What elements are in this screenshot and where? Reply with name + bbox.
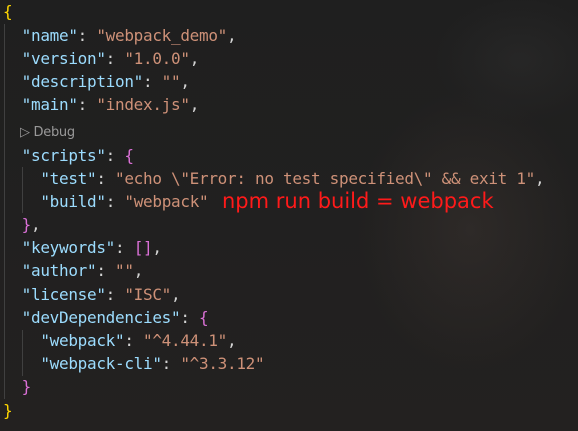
json-punctuation: , bbox=[133, 261, 144, 280]
json-key: "webpack" bbox=[40, 331, 125, 350]
json-punctuation: , bbox=[31, 215, 41, 234]
json-punctuation: { bbox=[199, 308, 209, 327]
json-punctuation: , bbox=[189, 49, 200, 68]
json-punctuation: : bbox=[96, 169, 116, 188]
json-string: "ISC" bbox=[124, 285, 172, 304]
json-string: "^4.44.1" bbox=[143, 331, 228, 350]
json-punctuation: : bbox=[143, 72, 162, 91]
code-line: "build": "webpack" bbox=[3, 190, 208, 213]
json-string: "^3.3.12" bbox=[180, 354, 265, 373]
code-line: "devDependencies": { bbox=[3, 306, 209, 329]
json-punctuation bbox=[3, 95, 22, 114]
json-string: "index.js" bbox=[96, 95, 190, 114]
json-key: "author" bbox=[21, 261, 97, 280]
debug-label[interactable]: Debug bbox=[34, 125, 76, 140]
json-punctuation bbox=[3, 215, 22, 234]
json-string: "" bbox=[115, 261, 134, 280]
json-key: "devDependencies" bbox=[21, 308, 181, 327]
json-punctuation: : bbox=[105, 146, 125, 165]
json-key: "scripts" bbox=[21, 146, 106, 165]
code-line: "webpack": "^4.44.1", bbox=[3, 329, 236, 352]
code-line: "description": "", bbox=[3, 70, 190, 93]
json-punctuation bbox=[3, 261, 22, 280]
code-line: "scripts": { bbox=[3, 144, 134, 167]
json-punctuation: } bbox=[21, 377, 32, 396]
code-line: "name": "webpack_demo", bbox=[3, 24, 237, 47]
json-key: "keywords" bbox=[21, 238, 116, 257]
codelens-debug[interactable]: ▷ Debug bbox=[20, 121, 75, 144]
json-key: "webpack-cli" bbox=[40, 354, 162, 373]
json-punctuation bbox=[3, 146, 22, 165]
json-punctuation: , bbox=[180, 72, 190, 91]
json-punctuation bbox=[3, 238, 22, 257]
json-punctuation: : bbox=[105, 192, 125, 211]
json-punctuation: : bbox=[105, 285, 125, 304]
json-punctuation: } bbox=[21, 215, 32, 234]
code-line: "webpack-cli": "^3.3.12" bbox=[3, 352, 264, 375]
code-line: "license": "ISC", bbox=[3, 283, 181, 306]
code-line: "keywords": [], bbox=[3, 236, 162, 259]
json-punctuation: { bbox=[3, 2, 13, 21]
json-key: "version" bbox=[21, 49, 106, 68]
json-string: "webpack_demo" bbox=[96, 26, 228, 45]
json-key: "license" bbox=[21, 285, 106, 304]
json-punctuation bbox=[3, 192, 40, 211]
json-punctuation: : bbox=[77, 26, 97, 45]
json-punctuation bbox=[3, 308, 22, 327]
json-punctuation: [] bbox=[133, 238, 153, 257]
json-punctuation: , bbox=[227, 26, 237, 45]
json-string: "echo \"Error: no test specified\" && ex… bbox=[115, 169, 535, 188]
json-punctuation: : bbox=[124, 331, 144, 350]
json-punctuation: : bbox=[77, 95, 97, 114]
json-punctuation: , bbox=[227, 331, 237, 350]
json-punctuation: : bbox=[105, 49, 125, 68]
json-punctuation bbox=[3, 354, 40, 373]
json-key: "test" bbox=[40, 169, 97, 188]
json-punctuation bbox=[3, 377, 22, 396]
json-punctuation bbox=[3, 285, 22, 304]
code-line: "main": "index.js", bbox=[3, 93, 200, 116]
json-punctuation: : bbox=[161, 354, 181, 373]
json-key: "name" bbox=[21, 26, 78, 45]
json-key: "build" bbox=[40, 192, 106, 211]
json-punctuation: , bbox=[171, 285, 181, 304]
json-punctuation: { bbox=[124, 146, 134, 165]
json-punctuation: : bbox=[115, 238, 134, 257]
json-key: "description" bbox=[21, 72, 144, 91]
code-editor[interactable]: { "name": "webpack_demo", "version": "1.… bbox=[0, 0, 578, 431]
json-string: "webpack" bbox=[124, 192, 209, 211]
json-punctuation: } bbox=[3, 401, 13, 420]
json-punctuation bbox=[3, 72, 22, 91]
json-key: "main" bbox=[21, 95, 78, 114]
code-line: "author": "", bbox=[3, 259, 144, 282]
json-string: "" bbox=[161, 72, 181, 91]
play-triangle-icon: ▷ bbox=[20, 125, 34, 140]
code-line: }, bbox=[3, 213, 41, 236]
code-line: "test": "echo \"Error: no test specified… bbox=[3, 167, 544, 190]
json-string: "1.0.0" bbox=[124, 49, 190, 68]
code-line: } bbox=[3, 399, 13, 422]
json-punctuation: : bbox=[96, 261, 116, 280]
json-punctuation: , bbox=[535, 169, 545, 188]
code-line: } bbox=[3, 375, 32, 398]
json-punctuation bbox=[3, 26, 22, 45]
json-punctuation bbox=[3, 49, 22, 68]
json-punctuation: , bbox=[152, 238, 162, 257]
annotation-text: npm run build = webpack bbox=[222, 189, 494, 213]
json-punctuation: : bbox=[180, 308, 200, 327]
code-line: { bbox=[3, 0, 13, 23]
code-line: "version": "1.0.0", bbox=[3, 47, 200, 70]
json-punctuation bbox=[3, 331, 40, 350]
json-punctuation: , bbox=[189, 95, 200, 114]
json-punctuation bbox=[3, 169, 40, 188]
